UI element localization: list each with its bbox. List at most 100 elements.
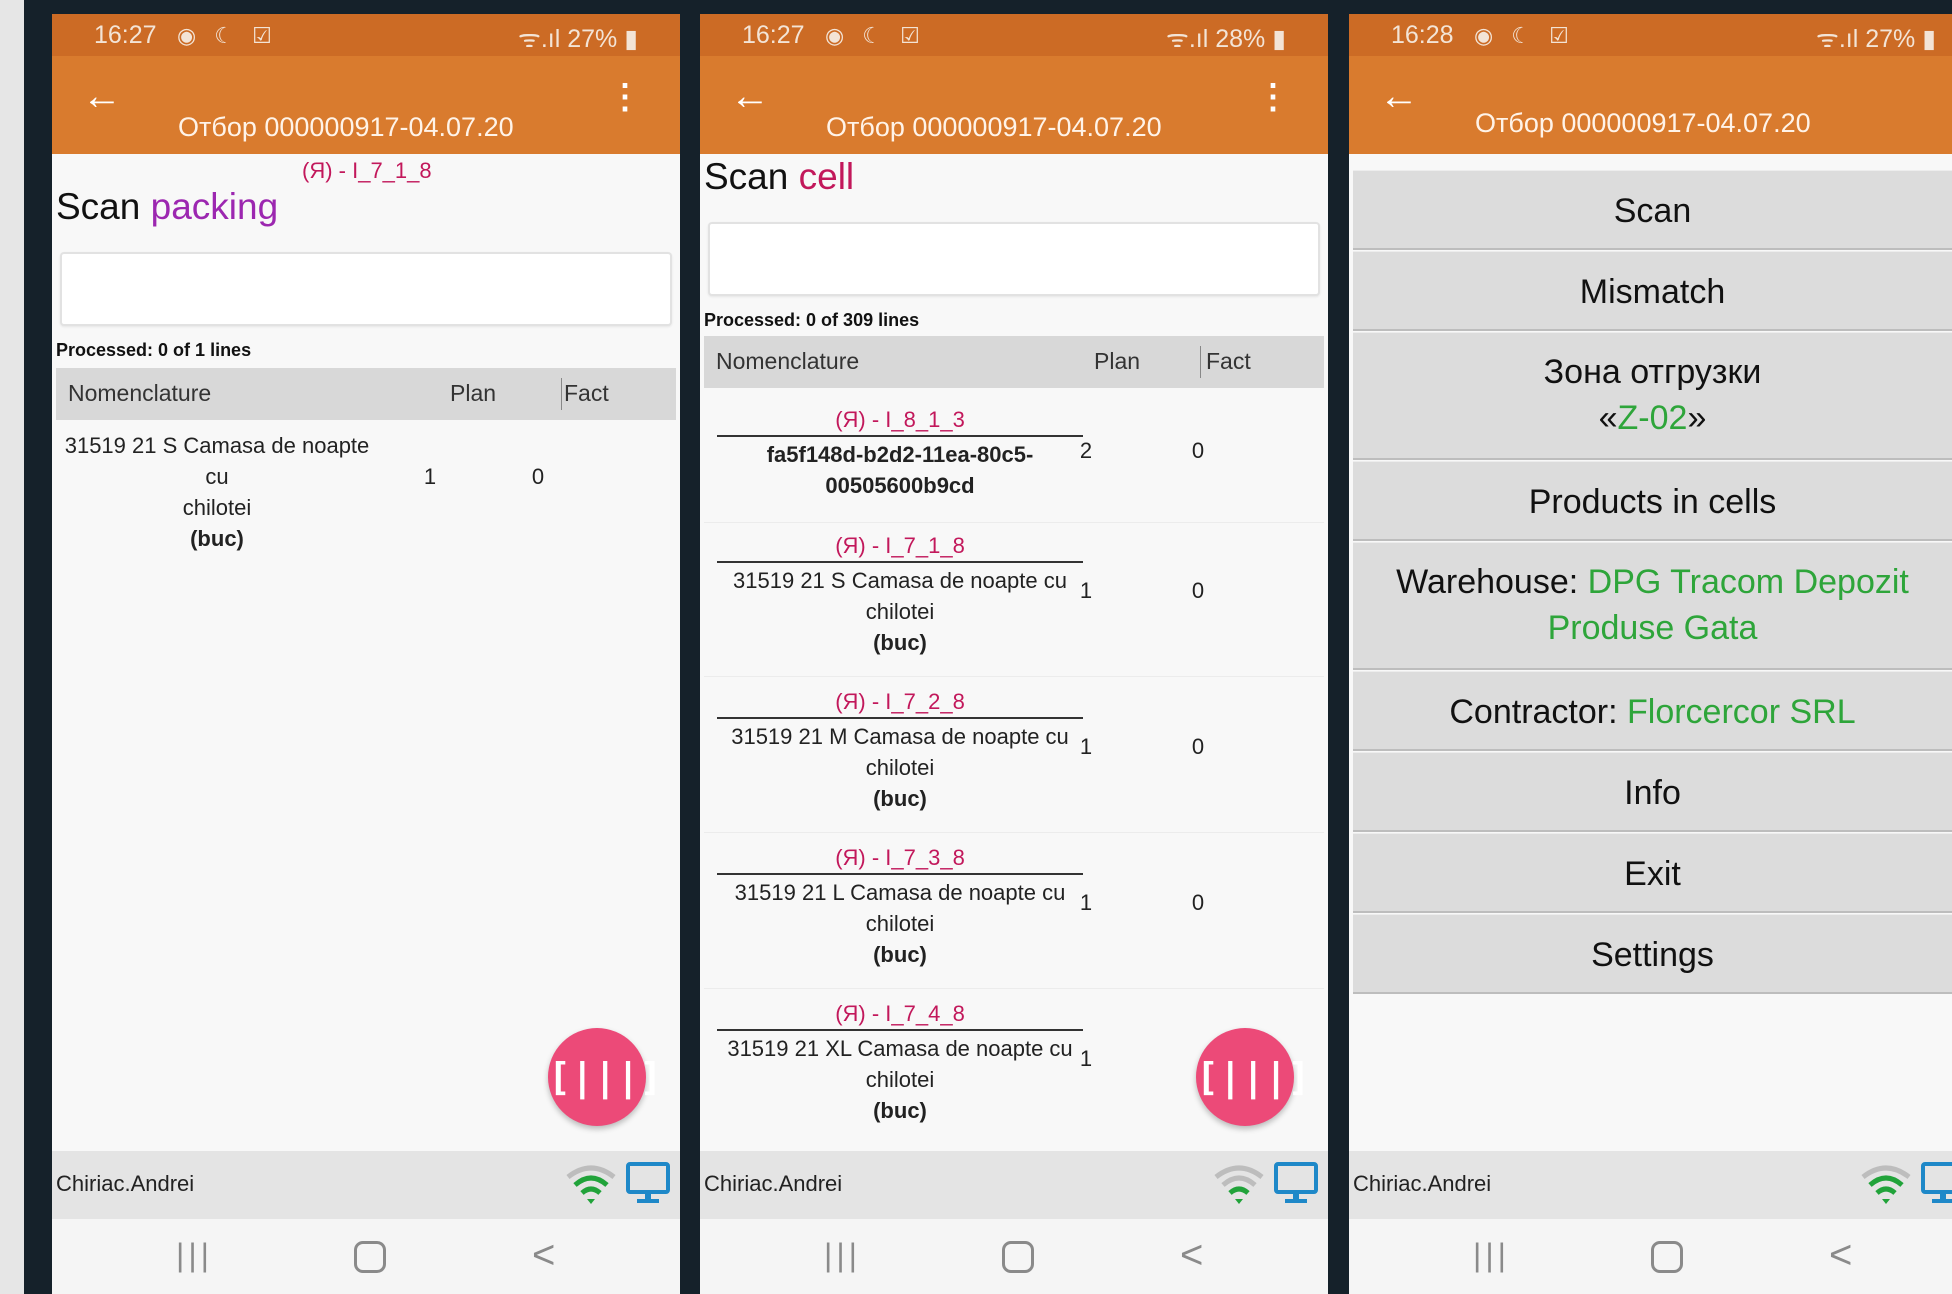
more-vert-icon[interactable]: ⋮ xyxy=(608,80,642,114)
product-name-cont: chilotei xyxy=(865,755,935,780)
column-fact: Fact xyxy=(564,380,609,406)
page-title: Отбор 000000917-04.07.20 xyxy=(1475,108,1811,138)
shipping-zone-value: «Z-02» xyxy=(1353,395,1952,441)
contractor-label: Contractor: xyxy=(1449,693,1627,731)
user-name: Chiriac.Andrei xyxy=(56,1171,195,1196)
recent-apps-icon[interactable]: ||| xyxy=(1473,1237,1510,1274)
cell-code: (Я) - I_7_3_8 xyxy=(835,845,965,870)
home-icon[interactable] xyxy=(354,1241,386,1273)
settings-button[interactable]: Settings xyxy=(1353,914,1952,994)
recent-apps-icon[interactable]: ||| xyxy=(176,1237,213,1274)
cell-code: (Я) - I_7_2_8 xyxy=(835,689,965,714)
app-bar: ← Отбор 000000917-04.07.20 xyxy=(1349,56,1952,154)
scan-input[interactable] xyxy=(60,252,672,326)
fact-value: 0 xyxy=(1191,890,1205,915)
system-nav-bar: ||| < xyxy=(1349,1219,1952,1294)
scan-button[interactable]: Scan xyxy=(1353,170,1952,250)
table-row[interactable]: (Я) - I_7_3_8 31519 21 L Camasa de noapt… xyxy=(704,842,1324,989)
nomenclature-cell: (Я) - I_8_1_3 fa5f148d-b2d2-11ea-80c5- 0… xyxy=(714,404,1086,501)
shipping-zone-button[interactable]: Зона отгрузки «Z-02» xyxy=(1353,332,1952,460)
divider xyxy=(717,561,1083,563)
warehouse-button[interactable]: Warehouse: DPG Tracom Depozit Produse Ga… xyxy=(1353,542,1952,670)
wifi-icon xyxy=(1214,1165,1264,1204)
nomenclature-cell: (Я) - I_7_4_8 31519 21 XL Camasa de noap… xyxy=(714,998,1086,1126)
arrow-left-icon[interactable]: ← xyxy=(1379,76,1419,116)
plan-value: 1 xyxy=(1079,734,1093,759)
column-nomenclature: Nomenclature xyxy=(68,380,212,406)
arrow-left-icon[interactable]: ← xyxy=(730,76,770,116)
product-name: fa5f148d-b2d2-11ea-80c5- xyxy=(766,442,1034,467)
mismatch-button[interactable]: Mismatch xyxy=(1353,251,1952,331)
product-name: 31519 21 S Camasa de noapte cu xyxy=(733,568,1067,593)
divider xyxy=(717,717,1083,719)
page-title: Отбор 000000917-04.07.20 xyxy=(178,112,514,142)
scan-target: packing xyxy=(150,186,279,227)
home-icon[interactable] xyxy=(1651,1241,1683,1273)
wifi-icon xyxy=(1861,1165,1911,1204)
contractor-value: Florcercor SRL xyxy=(1627,693,1856,731)
product-unit: (buc) xyxy=(873,942,927,967)
table-row[interactable]: (Я) - I_7_2_8 31519 21 M Camasa de noapt… xyxy=(704,686,1324,833)
warehouse-value: DPG Tracom Depozit xyxy=(1587,563,1909,601)
scan-prompt-prefix: Scan xyxy=(704,156,799,197)
scan-prompt: Scan packing xyxy=(56,186,278,228)
background-strip xyxy=(0,0,24,1294)
scan-input[interactable] xyxy=(708,222,1320,296)
monitor-icon xyxy=(1921,1162,1952,1203)
status-bar: 16:28 ◉ ☾ ☑ ᯤ.ıl 27% ▮ xyxy=(1349,14,1952,56)
table-row[interactable]: 31519 21 S Camasa de noapte cu chilotei … xyxy=(56,430,676,551)
table-row[interactable]: (Я) - I_7_1_8 31519 21 S Camasa de noapt… xyxy=(704,530,1324,677)
processed-count: Processed: 0 of 1 lines xyxy=(56,340,252,360)
product-name-cont: chilotei xyxy=(865,1067,935,1092)
column-divider xyxy=(1200,346,1201,378)
fact-value: 0 xyxy=(1191,578,1205,603)
exit-button[interactable]: Exit xyxy=(1353,833,1952,913)
monitor-icon xyxy=(1274,1162,1318,1203)
status-time: 16:27 xyxy=(94,21,157,49)
nomenclature-cell: (Я) - I_7_2_8 31519 21 M Camasa de noapt… xyxy=(714,686,1086,814)
product-unit: (buc) xyxy=(873,786,927,811)
footer-bar: Chiriac.Andrei xyxy=(1349,1151,1952,1219)
status-bar: 16:27 ◉ ☾ ☑ ᯤ.ıl 28% ▮ xyxy=(700,14,1328,56)
contractor-button[interactable]: Contractor: Florcercor SRL xyxy=(1353,671,1952,751)
table-row[interactable]: (Я) - I_8_1_3 fa5f148d-b2d2-11ea-80c5- 0… xyxy=(704,404,1324,523)
nav-back-icon[interactable]: < xyxy=(1180,1233,1203,1278)
quote-close: » xyxy=(1687,399,1707,437)
system-nav-bar: ||| < xyxy=(700,1219,1328,1294)
nav-back-icon[interactable]: < xyxy=(1829,1233,1852,1278)
nav-back-icon[interactable]: < xyxy=(532,1233,555,1278)
battery-signal-indicator: ᯤ.ıl 27% ▮ xyxy=(1816,25,1936,53)
product-unit: (buc) xyxy=(873,630,927,655)
fact-value: 0 xyxy=(1191,734,1205,759)
product-name: 31519 21 M Camasa de noapte cu xyxy=(731,724,1069,749)
notification-icons: ◉ ☾ ☑ xyxy=(177,23,278,48)
fact-value: 0 xyxy=(531,464,545,489)
products-in-cells-button[interactable]: Products in cells xyxy=(1353,461,1952,541)
barcode-scan-icon[interactable]: [|||] xyxy=(1196,1028,1310,1126)
plan-value: 2 xyxy=(1079,438,1093,463)
arrow-left-icon[interactable]: ← xyxy=(82,76,122,116)
app-bar: ← Отбор 000000917-04.07.20 ⋮ xyxy=(700,56,1328,154)
notification-icons: ◉ ☾ ☑ xyxy=(1474,23,1575,48)
nomenclature-cell: (Я) - I_7_3_8 31519 21 L Camasa de noapt… xyxy=(714,842,1086,970)
column-nomenclature: Nomenclature xyxy=(716,348,860,374)
warehouse-label: Warehouse: xyxy=(1396,563,1588,601)
product-name: 31519 21 S Camasa de noapte cu xyxy=(64,433,370,489)
user-name: Chiriac.Andrei xyxy=(1353,1171,1492,1196)
column-fact: Fact xyxy=(1206,348,1251,374)
status-bar: 16:27 ◉ ☾ ☑ ᯤ.ıl 27% ▮ xyxy=(52,14,680,56)
barcode-scan-icon[interactable]: [|||] xyxy=(548,1028,662,1126)
zone-code: Z-02 xyxy=(1617,399,1688,437)
divider xyxy=(717,1029,1083,1031)
product-name: 31519 21 XL Camasa de noapte cu xyxy=(727,1036,1073,1061)
nomenclature-cell: (Я) - I_7_1_8 31519 21 S Camasa de noapt… xyxy=(714,530,1086,658)
phone-screen-scan-packing: 16:27 ◉ ☾ ☑ ᯤ.ıl 27% ▮ ← Отбор 000000917… xyxy=(52,14,680,1294)
product-unit: (buc) xyxy=(873,1098,927,1123)
shipping-zone-label: Зона отгрузки xyxy=(1543,353,1762,391)
home-icon[interactable] xyxy=(1002,1241,1034,1273)
more-vert-icon[interactable]: ⋮ xyxy=(1256,80,1290,114)
info-button[interactable]: Info xyxy=(1353,752,1952,832)
battery-signal-indicator: ᯤ.ıl 28% ▮ xyxy=(1166,25,1286,53)
recent-apps-icon[interactable]: ||| xyxy=(824,1237,861,1274)
main-menu: Scan Mismatch Зона отгрузки «Z-02» Produ… xyxy=(1353,170,1952,995)
